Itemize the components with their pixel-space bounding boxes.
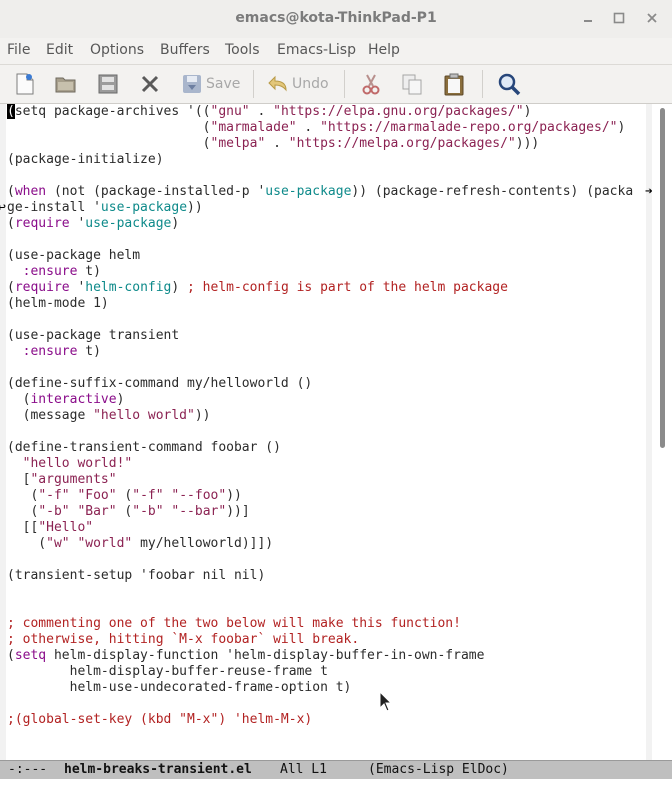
undo-label: Undo xyxy=(292,76,329,92)
undo-icon xyxy=(268,75,287,92)
line-wrap-right-icon: ➔ xyxy=(645,184,652,199)
scissors-icon xyxy=(362,74,380,95)
code-text[interactable]: (setq package-archives '(("gnu" . "https… xyxy=(7,104,633,728)
window-title: emacs@kota-ThinkPad-P1 xyxy=(235,10,437,26)
maximize-icon xyxy=(613,12,625,24)
minimize-icon xyxy=(584,20,592,22)
save-button[interactable]: Save xyxy=(180,71,240,97)
modeline-position: All L1 xyxy=(280,762,327,777)
menu-emacs-lisp[interactable]: Emacs-Lisp xyxy=(277,42,356,58)
menu-file[interactable]: File xyxy=(7,42,30,58)
title-bar: emacs@kota-ThinkPad-P1 xyxy=(0,0,672,39)
menu-bar: File Edit Options Buffers Tools Emacs-Li… xyxy=(0,38,672,65)
vertical-scrollbar[interactable] xyxy=(652,104,672,760)
scrollbar-thumb[interactable] xyxy=(660,108,665,448)
save-buffer-button[interactable] xyxy=(96,71,120,97)
modeline-buffer-name[interactable]: helm-breaks-transient.el xyxy=(64,761,252,779)
undo-button[interactable]: Undo xyxy=(266,71,329,97)
tool-bar: Save Undo xyxy=(0,65,672,104)
folder-icon xyxy=(55,77,76,93)
menu-help[interactable]: Help xyxy=(368,42,400,58)
paste-button[interactable] xyxy=(442,71,466,97)
close-buffer-icon xyxy=(141,75,159,93)
cut-button[interactable] xyxy=(359,71,383,97)
save-icon xyxy=(183,75,201,93)
search-icon xyxy=(498,73,521,96)
menu-options[interactable]: Options xyxy=(90,42,144,58)
line-wrap-left-icon: ↩ xyxy=(0,200,6,215)
modeline-status: -:--- xyxy=(8,762,48,777)
new-file-button[interactable] xyxy=(14,71,36,97)
file-cabinet-icon xyxy=(98,74,118,94)
echo-area[interactable] xyxy=(0,779,672,792)
menu-buffers[interactable]: Buffers xyxy=(160,42,210,58)
menu-edit[interactable]: Edit xyxy=(46,42,73,58)
close-icon xyxy=(647,13,657,23)
clipboard-icon xyxy=(444,73,464,96)
maximize-button[interactable] xyxy=(609,8,629,28)
modeline-modes[interactable]: (Emacs-Lisp ElDoc) xyxy=(368,761,509,779)
editor-buffer[interactable]: (setq package-archives '(("gnu" . "https… xyxy=(0,104,652,760)
toolbar-separator xyxy=(482,70,483,98)
close-button[interactable] xyxy=(642,8,662,28)
toolbar-separator xyxy=(253,70,254,98)
search-button[interactable] xyxy=(497,71,521,97)
toolbar-separator xyxy=(344,70,345,98)
copy-icon xyxy=(402,74,422,95)
open-directory-button[interactable] xyxy=(54,71,78,97)
copy-button[interactable] xyxy=(400,71,424,97)
kill-buffer-button[interactable] xyxy=(138,71,162,97)
minimize-button[interactable] xyxy=(578,8,598,28)
mode-line: -:--- helm-breaks-transient.el All L1 (E… xyxy=(0,760,672,780)
mouse-pointer-icon xyxy=(379,691,393,712)
menu-tools[interactable]: Tools xyxy=(225,42,260,58)
save-label: Save xyxy=(206,76,241,92)
new-file-icon xyxy=(16,73,34,95)
